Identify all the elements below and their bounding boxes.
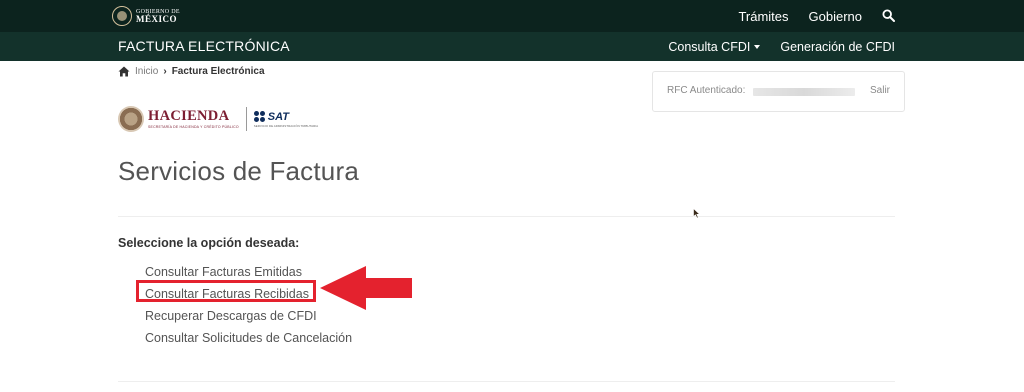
breadcrumb-inicio[interactable]: Inicio [135, 66, 158, 77]
breadcrumb-current: Factura Electrónica [171, 66, 265, 77]
factura-nav: Consulta CFDI Generación de CFDI [668, 32, 895, 61]
red-arrow-icon [320, 266, 412, 315]
home-icon[interactable] [118, 66, 130, 77]
rfc-label: RFC Autenticado: [667, 85, 746, 96]
top-nav: Trámites Gobierno [738, 0, 896, 32]
factura-nav-bar: FACTURA ELECTRÓNICA Consulta CFDI Genera… [0, 32, 1024, 61]
selection-prompt: Seleccione la opción deseada: [118, 236, 300, 250]
government-top-bar: GOBIERNO DE MÉXICO Trámites Gobierno [0, 0, 1024, 32]
page-title: Servicios de Factura [118, 156, 359, 186]
logout-link[interactable]: Salir [870, 85, 890, 96]
rfc-panel: RFC Autenticado: Salir [652, 71, 905, 112]
caret-down-icon [754, 45, 761, 50]
option-consultar-cancelacion[interactable]: Consultar Solicitudes de Cancelación [145, 327, 352, 349]
institution-logos: HACIENDA SECRETARÍA DE HACIENDA Y CRÉDIT… [118, 104, 318, 134]
hacienda-subtitle: SECRETARÍA DE HACIENDA Y CRÉDITO PÚBLICO [148, 124, 239, 129]
breadcrumb: Inicio › Factura Electrónica [118, 66, 265, 77]
nav-tramites-link[interactable]: Trámites [738, 9, 788, 24]
sat-logo: SAT SERVICIO DE ADMINISTRACIÓN TRIBUTARI… [253, 110, 319, 128]
sat-name: SAT [267, 110, 289, 123]
gobierno-logo-text: GOBIERNO DE MÉXICO [136, 9, 180, 24]
rfc-value-redacted [753, 88, 855, 96]
generacion-cfdi-link[interactable]: Generación de CFDI [780, 40, 895, 54]
hacienda-name: HACIENDA [148, 108, 230, 124]
nav-gobierno-link[interactable]: Gobierno [809, 9, 862, 24]
hacienda-logo: HACIENDA SECRETARÍA DE HACIENDA Y CRÉDIT… [148, 109, 239, 129]
gobierno-mexico-logo[interactable]: GOBIERNO DE MÉXICO [112, 5, 180, 27]
consulta-cfdi-dropdown[interactable]: Consulta CFDI [668, 39, 761, 54]
highlight-box [136, 280, 316, 302]
logo-big-text: MÉXICO [136, 13, 177, 24]
mexico-seal-icon [112, 6, 132, 26]
divider [118, 216, 895, 217]
divider [118, 381, 895, 382]
mouse-cursor-icon [693, 206, 701, 224]
consulta-cfdi-label: Consulta CFDI [668, 39, 751, 54]
chevron-right-icon: › [163, 66, 167, 77]
factura-electronica-brand[interactable]: FACTURA ELECTRÓNICA [118, 32, 290, 61]
sat-dots-icon [253, 111, 265, 122]
search-icon[interactable] [882, 9, 896, 23]
logo-divider [245, 107, 247, 131]
sat-subtitle: SERVICIO DE ADMINISTRACIÓN TRIBUTARIA [253, 123, 319, 128]
hacienda-seal-icon [118, 106, 144, 132]
